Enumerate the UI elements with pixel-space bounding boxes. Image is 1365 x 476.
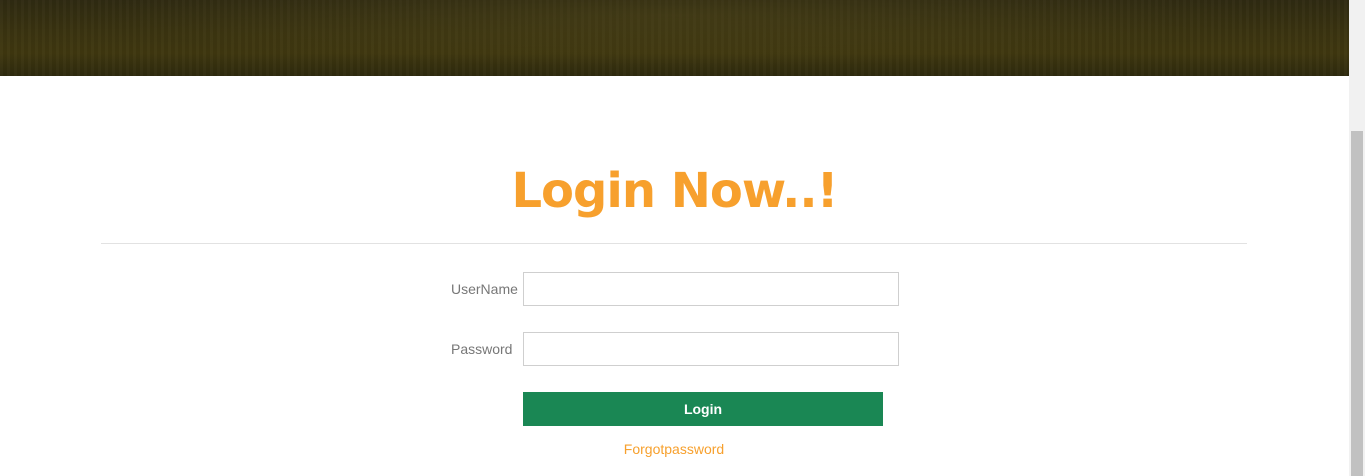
page-title: Login Now..! bbox=[511, 163, 838, 219]
title-divider bbox=[101, 243, 1247, 244]
hero-banner-image bbox=[0, 0, 1349, 76]
login-button[interactable]: Login bbox=[523, 392, 883, 426]
password-input[interactable] bbox=[523, 332, 899, 366]
forgot-password-link[interactable]: Forgotpassword bbox=[523, 440, 825, 458]
username-label: UserName bbox=[451, 281, 518, 297]
scrollbar-thumb[interactable] bbox=[1351, 131, 1363, 476]
password-label: Password bbox=[451, 341, 513, 357]
username-input[interactable] bbox=[523, 272, 899, 306]
